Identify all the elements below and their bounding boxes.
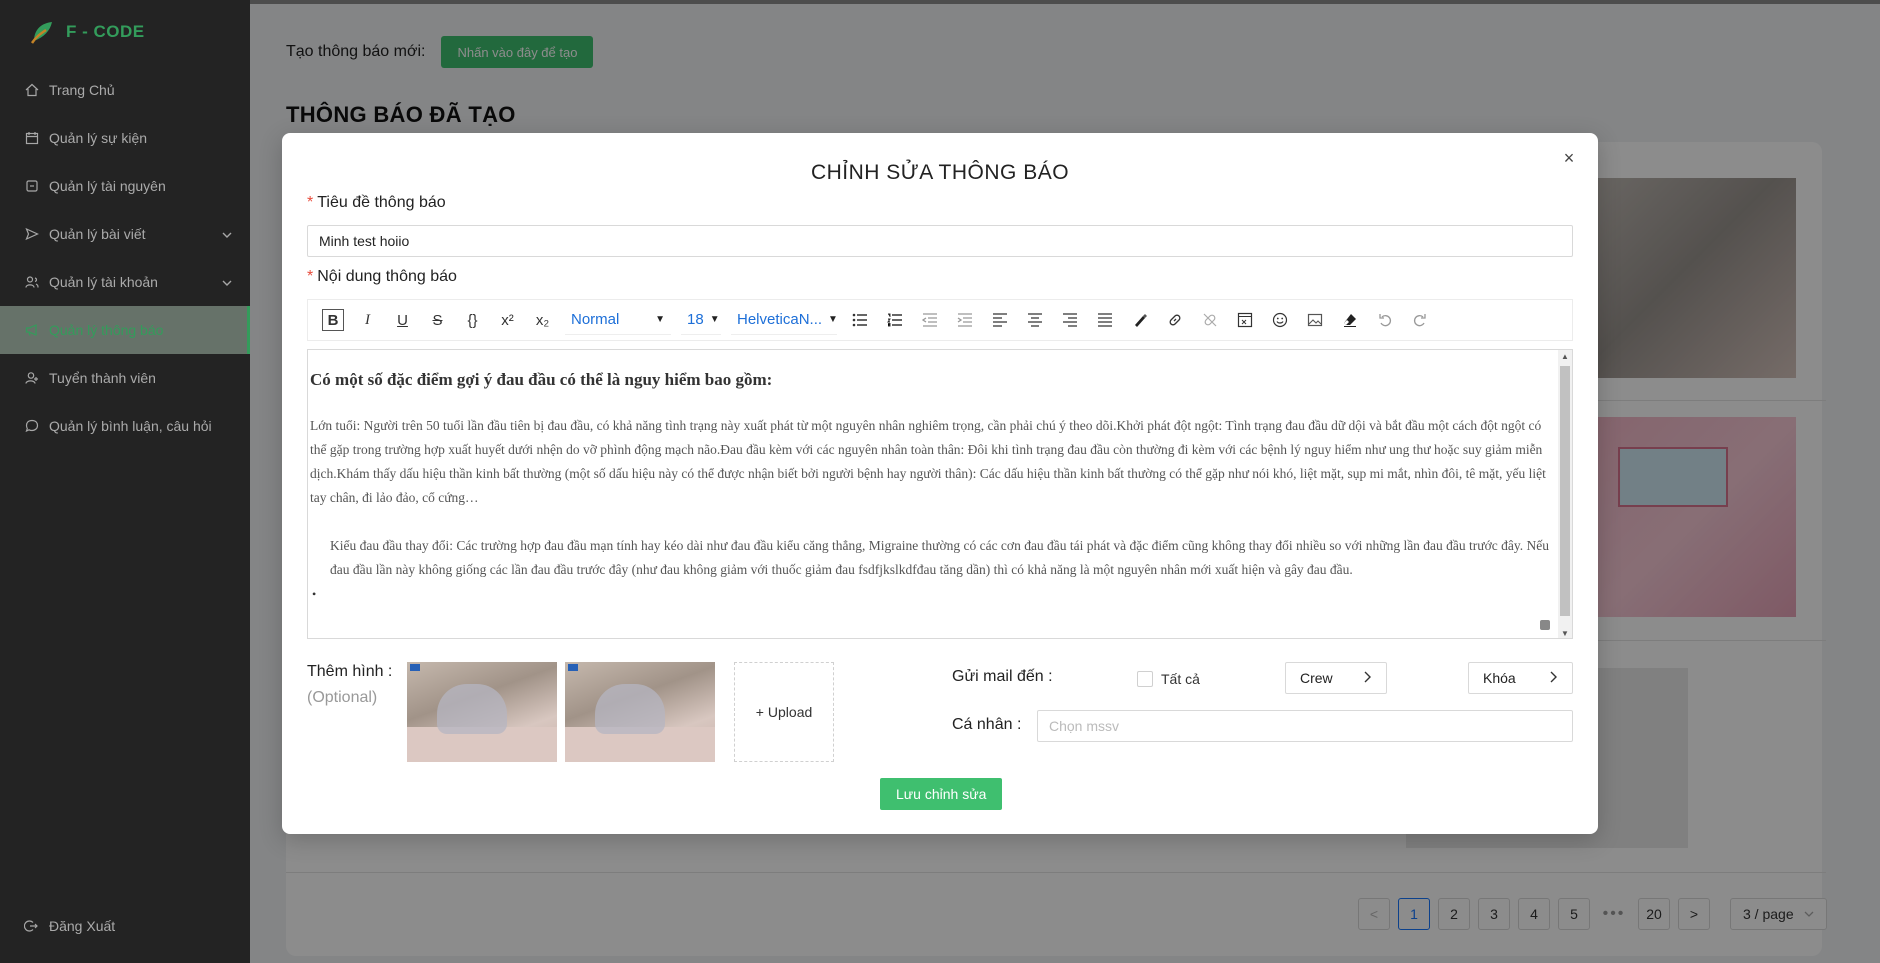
image-icon[interactable] (1297, 305, 1332, 335)
images-optional-label: (Optional) (307, 689, 378, 706)
underline-button[interactable]: U (385, 305, 420, 335)
image-figure (437, 684, 507, 734)
editor-paragraph: Lớn tuổi: Người trên 50 tuổi lần đầu tiê… (310, 418, 1546, 505)
bullet-mark: • (312, 587, 317, 601)
uploaded-image[interactable] (565, 662, 715, 762)
checkbox-box[interactable] (1137, 671, 1153, 687)
eraser-icon[interactable] (1332, 305, 1367, 335)
embed-icon[interactable] (1227, 305, 1262, 335)
save-changes-button[interactable]: Lưu chỉnh sửa (880, 778, 1003, 810)
align-left-icon[interactable] (982, 305, 1017, 335)
chevron-right-icon (1548, 670, 1558, 686)
notification-title-input[interactable]: Minh test hoiio (307, 225, 1573, 257)
editor-scrollbar[interactable]: ▲ ▼ (1558, 350, 1572, 638)
modal-title: CHỈNH SỬA THÔNG BÁO (810, 161, 1070, 184)
send-mail-label: Gửi mail đến : (952, 668, 1053, 685)
select-all-checkbox[interactable]: Tất cả (1137, 671, 1200, 687)
content-editor[interactable]: Có một số đặc điểm gợi ý đau đầu có thể … (307, 349, 1573, 639)
redo-icon[interactable] (1402, 305, 1437, 335)
bullet-list-icon[interactable] (842, 305, 877, 335)
editor-list-item: Kiểu đau đầu thay đổi: Các trường hợp đa… (330, 538, 1549, 577)
resize-handle[interactable] (1540, 620, 1550, 630)
caret-down-icon: ▼ (655, 314, 665, 325)
khoa-select[interactable]: Khóa (1468, 662, 1573, 694)
title-field-label: * Tiêu đề thông báo (307, 194, 446, 211)
subscript-button[interactable]: x₂ (525, 305, 560, 335)
upload-label: Upload (767, 704, 813, 720)
chevron-right-icon (1362, 670, 1372, 686)
caret-down-icon: ▼ (828, 314, 838, 325)
plus-icon: + (755, 704, 764, 720)
editor-heading: Có một số đặc điểm gợi ý đau đầu có thể … (310, 370, 773, 389)
sidebar-overlay (0, 0, 250, 963)
superscript-button[interactable]: x² (490, 305, 525, 335)
image-badge (410, 664, 420, 671)
font-family-value: HelveticaN... (737, 311, 823, 328)
scrollbar-thumb[interactable] (1560, 366, 1570, 616)
uploaded-image[interactable] (407, 662, 557, 762)
crew-label: Crew (1300, 670, 1333, 686)
indent-increase-icon[interactable] (947, 305, 982, 335)
strike-button[interactable]: S (420, 305, 455, 335)
required-mark: * (307, 194, 314, 211)
image-figure (595, 684, 665, 734)
scroll-up-icon[interactable]: ▲ (1561, 352, 1569, 361)
editor-toolbar: B I U S {} x² x₂ Normal ▼ 18 ▼ HelveticaN.… (307, 299, 1573, 341)
upload-button[interactable]: + Upload (734, 662, 834, 762)
images-label: Thêm hình : (307, 663, 393, 680)
required-mark: * (307, 268, 314, 285)
student-id-select[interactable]: Chọn mssv (1037, 710, 1573, 742)
font-family-select[interactable]: HelveticaN... ▼ (731, 305, 838, 335)
khoa-label: Khóa (1483, 670, 1516, 686)
font-size-value: 18 (687, 311, 704, 328)
personal-label: Cá nhân : (952, 716, 1022, 733)
align-center-icon[interactable] (1017, 305, 1052, 335)
header-select-value: Normal (571, 311, 620, 328)
crew-select[interactable]: Crew (1285, 662, 1387, 694)
code-block-button[interactable]: {} (455, 305, 490, 335)
header-select[interactable]: Normal ▼ (565, 305, 671, 335)
indent-decrease-icon[interactable] (912, 305, 947, 335)
link-icon[interactable] (1157, 305, 1192, 335)
caret-down-icon: ▼ (709, 314, 720, 325)
align-right-icon[interactable] (1052, 305, 1087, 335)
italic-button[interactable]: I (350, 305, 385, 335)
image-badge (568, 664, 578, 671)
emoji-icon[interactable] (1262, 305, 1297, 335)
select-all-label: Tất cả (1161, 671, 1200, 687)
font-size-select[interactable]: 18 ▼ (681, 305, 721, 335)
unlink-icon[interactable] (1192, 305, 1227, 335)
align-justify-icon[interactable] (1087, 305, 1122, 335)
edit-notification-modal: × CHỈNH SỬA THÔNG BÁO * Tiêu đề thông báo… (282, 133, 1598, 834)
bold-button[interactable]: B (322, 309, 344, 331)
text-color-icon[interactable] (1122, 305, 1157, 335)
content-field-label: * Nội dung thông báo (307, 268, 457, 285)
undo-icon[interactable] (1367, 305, 1402, 335)
editor-list: • Kiểu đau đầu thay đổi: Các trường hợp … (312, 534, 1552, 601)
ordered-list-icon[interactable] (877, 305, 912, 335)
scroll-down-icon[interactable]: ▼ (1561, 629, 1569, 638)
